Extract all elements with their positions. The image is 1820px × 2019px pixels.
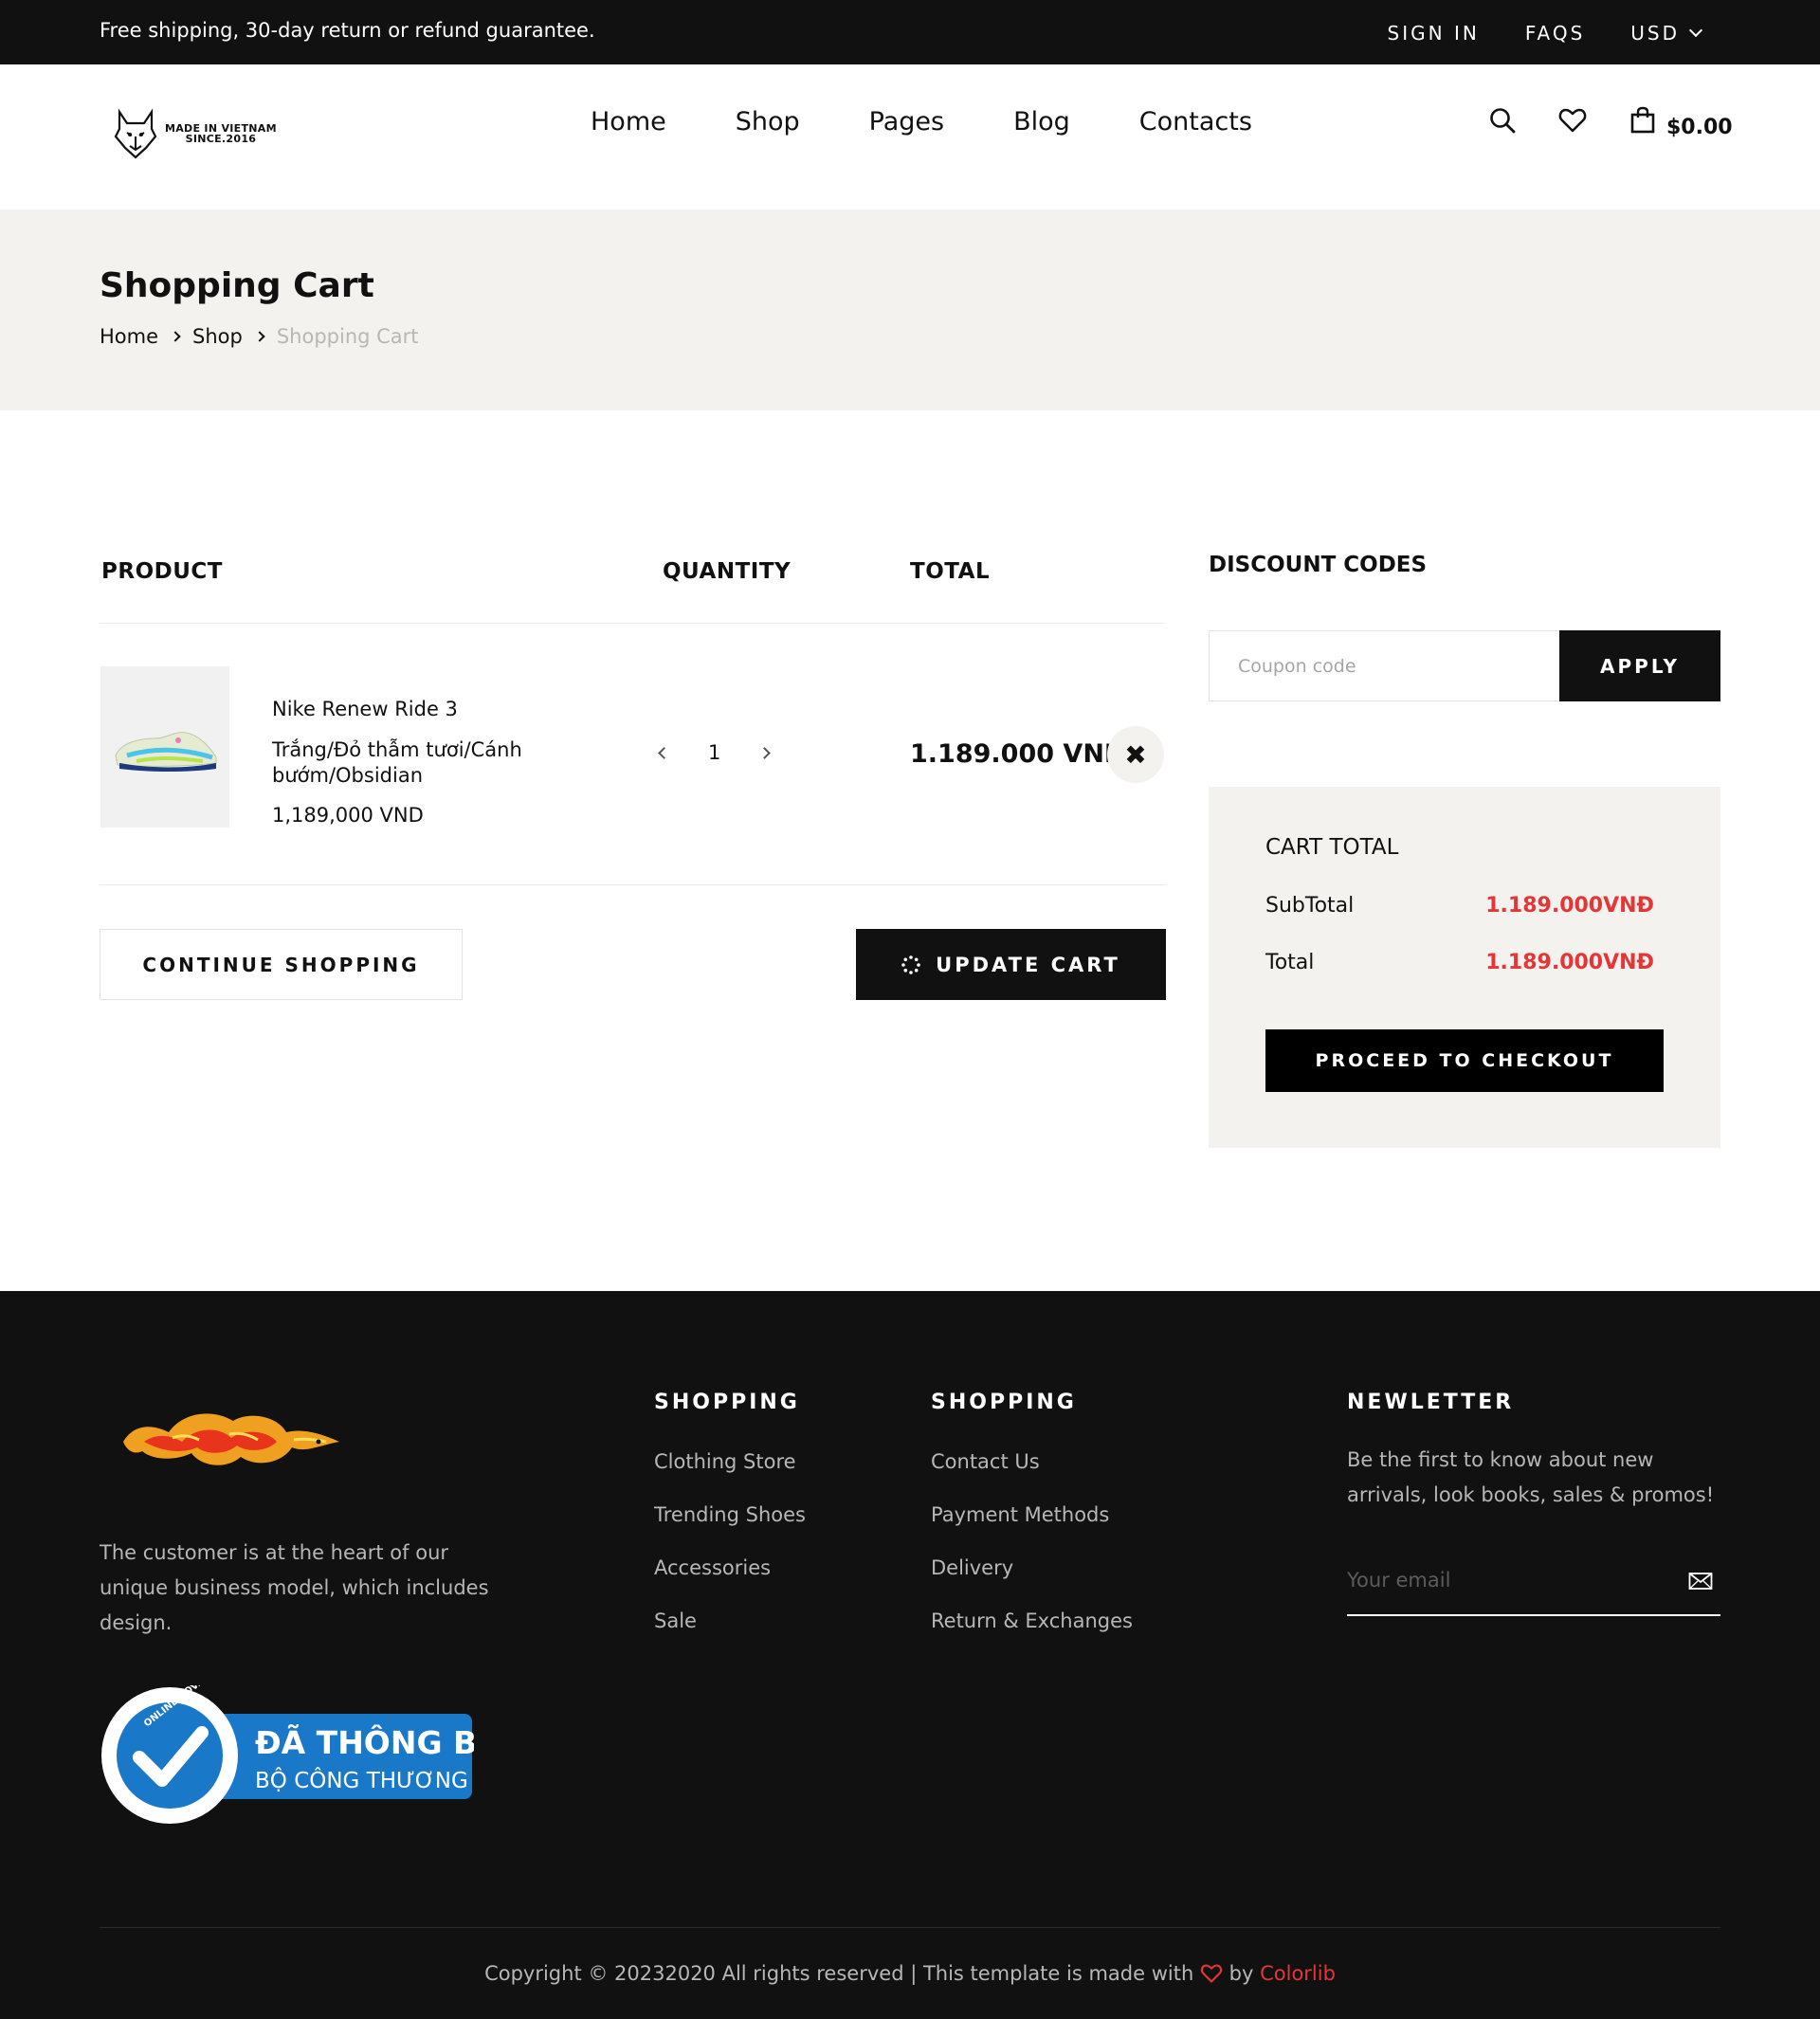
- cart-total-box: CART TOTAL SubTotal 1.189.000VNĐ Total 1…: [1209, 787, 1720, 1148]
- cart-total-title: CART TOTAL: [1265, 835, 1399, 860]
- close-icon: ✖: [1124, 738, 1147, 771]
- nav-pages[interactable]: Pages: [869, 107, 944, 136]
- footer-link-sale[interactable]: Sale: [654, 1610, 806, 1632]
- discount-title: DISCOUNT CODES: [1209, 553, 1428, 577]
- quantity-value[interactable]: 1: [708, 741, 720, 764]
- newsletter-text: Be the first to know about new arrivals,…: [1347, 1448, 1715, 1506]
- total-value: 1.189.000VNĐ: [1485, 951, 1654, 974]
- badge-line-2: BỘ CÔNG THƯƠNG: [255, 1767, 468, 1793]
- newsletter: NEWLETTER Be the first to know about new…: [1347, 1391, 1726, 1513]
- footer-link-clothing-store[interactable]: Clothing Store: [654, 1450, 806, 1473]
- product-name[interactable]: Nike Renew Ride 3: [272, 698, 458, 720]
- update-cart-button[interactable]: UPDATE CART: [856, 929, 1166, 1000]
- footer-column-2: SHOPPING Contact Us Payment Methods Deli…: [931, 1391, 1133, 1663]
- continue-shopping-button[interactable]: CONTINUE SHOPPING: [100, 929, 463, 1000]
- footer-description: The customer is at the heart of our uniq…: [100, 1541, 489, 1634]
- header-total: TOTAL: [910, 559, 991, 584]
- heart-icon: [1200, 1964, 1223, 1983]
- footer-link-return-exchanges[interactable]: Return & Exchanges: [931, 1610, 1133, 1632]
- product-image[interactable]: [100, 666, 229, 828]
- product-variant: Trắng/Đỏ thẫm tươi/Cánh bướm/Obsidian: [272, 738, 522, 787]
- faqs-link[interactable]: FAQS: [1525, 22, 1585, 45]
- total-row: Total 1.189.000VNĐ: [1265, 951, 1654, 974]
- nav-shop[interactable]: Shop: [736, 107, 800, 136]
- shipping-message: Free shipping, 30-day return or refund g…: [100, 19, 595, 42]
- cart-amount: $0.00: [1666, 116, 1733, 139]
- footer-link-delivery[interactable]: Delivery: [931, 1556, 1133, 1579]
- breadcrumb: Home Shop Shopping Cart: [100, 325, 419, 348]
- increase-quantity-icon[interactable]: [758, 746, 772, 759]
- header-product: PRODUCT: [101, 559, 223, 584]
- product-price: 1,189,000 VND: [272, 804, 424, 827]
- spinner-icon: [901, 955, 920, 974]
- badge-line-1: ĐÃ THÔNG BÁO: [255, 1723, 474, 1761]
- update-cart-label: UPDATE CART: [936, 953, 1120, 976]
- footer-link-contact-us[interactable]: Contact Us: [931, 1450, 1133, 1473]
- remove-item-button[interactable]: ✖: [1107, 726, 1164, 783]
- apply-coupon-button[interactable]: APPLY: [1559, 630, 1720, 701]
- header-icons: $0.00: [1488, 106, 1733, 139]
- nav-home[interactable]: Home: [591, 107, 666, 136]
- search-icon[interactable]: [1488, 106, 1517, 135]
- logo-line-2: SINCE.2016: [185, 133, 257, 145]
- divider: [100, 884, 1166, 885]
- sneaker-image: [115, 732, 217, 772]
- chevron-down-icon: [1688, 23, 1703, 38]
- line-total: 1.189.000 VND: [910, 739, 1126, 769]
- footer-link-accessories[interactable]: Accessories: [654, 1556, 806, 1579]
- breadcrumb-section: Shopping Cart Home Shop Shopping Cart: [0, 209, 1820, 410]
- footer-link-trending-shoes[interactable]: Trending Shoes: [654, 1503, 806, 1526]
- currency-label: USD: [1630, 22, 1680, 45]
- footer-column-1: SHOPPING Clothing Store Trending Shoes A…: [654, 1391, 806, 1663]
- main-nav: Home Shop Pages Blog Contacts: [591, 107, 1252, 136]
- newsletter-form: [1347, 1552, 1720, 1616]
- envelope-icon[interactable]: [1688, 1571, 1713, 1592]
- logo[interactable]: MADE IN VIETNAM SINCE.2016: [114, 108, 277, 159]
- footer-link-payment-methods[interactable]: Payment Methods: [931, 1503, 1133, 1526]
- subtotal-value: 1.189.000VNĐ: [1485, 894, 1654, 918]
- breadcrumb-shop[interactable]: Shop: [192, 325, 243, 348]
- top-bar: Free shipping, 30-day return or refund g…: [0, 0, 1820, 64]
- footer-divider: [100, 1927, 1720, 1928]
- subtotal-row: SubTotal 1.189.000VNĐ: [1265, 894, 1654, 918]
- site-header: MADE IN VIETNAM SINCE.2016 Home Shop Pag…: [0, 64, 1820, 209]
- logo-text: MADE IN VIETNAM SINCE.2016: [165, 123, 277, 144]
- sign-in-link[interactable]: SIGN IN: [1388, 22, 1480, 45]
- page: Free shipping, 30-day return or refund g…: [0, 0, 1820, 2019]
- footer-column-2-title: SHOPPING: [931, 1391, 1077, 1414]
- total-label: Total: [1265, 951, 1315, 974]
- chevron-right-icon: [254, 331, 265, 342]
- divider: [100, 623, 1166, 624]
- wolf-logo-icon: [114, 108, 157, 159]
- header-quantity: QUANTITY: [663, 559, 792, 584]
- shopping-bag-icon: [1630, 106, 1655, 134]
- copyright-by: by: [1228, 1962, 1254, 1985]
- newsletter-title: NEWLETTER: [1347, 1391, 1515, 1414]
- footer-column-1-title: SHOPPING: [654, 1391, 800, 1414]
- page-title: Shopping Cart: [100, 266, 374, 305]
- decrease-quantity-icon[interactable]: [658, 746, 670, 759]
- top-links: SIGN IN FAQS USD: [1388, 22, 1703, 45]
- dragon-logo-icon[interactable]: [116, 1404, 349, 1480]
- government-registration-badge[interactable]: ONLINE.GOV.VN ĐÃ THÔNG BÁO BỘ CÔNG THƯƠN…: [100, 1685, 474, 1826]
- proceed-to-checkout-button[interactable]: PROCEED TO CHECKOUT: [1265, 1029, 1664, 1092]
- site-footer: The customer is at the heart of our uniq…: [0, 1291, 1820, 2019]
- nav-blog[interactable]: Blog: [1013, 107, 1070, 136]
- breadcrumb-current: Shopping Cart: [276, 325, 419, 348]
- coupon-input[interactable]: [1209, 630, 1560, 701]
- nav-contacts[interactable]: Contacts: [1139, 107, 1252, 136]
- currency-select[interactable]: USD: [1630, 22, 1703, 45]
- copyright: Copyright © 20232020 All rights reserved…: [0, 1962, 1820, 1985]
- cart-button[interactable]: $0.00: [1629, 106, 1733, 139]
- email-input[interactable]: [1347, 1561, 1650, 1599]
- colorlib-link[interactable]: Colorlib: [1260, 1962, 1336, 1985]
- subtotal-label: SubTotal: [1265, 894, 1355, 918]
- chevron-right-icon: [170, 331, 181, 342]
- breadcrumb-home[interactable]: Home: [100, 325, 158, 348]
- heart-icon[interactable]: [1558, 106, 1587, 135]
- copyright-text: Copyright © 20232020 All rights reserved…: [484, 1962, 1194, 1985]
- quantity-stepper: 1: [658, 741, 772, 764]
